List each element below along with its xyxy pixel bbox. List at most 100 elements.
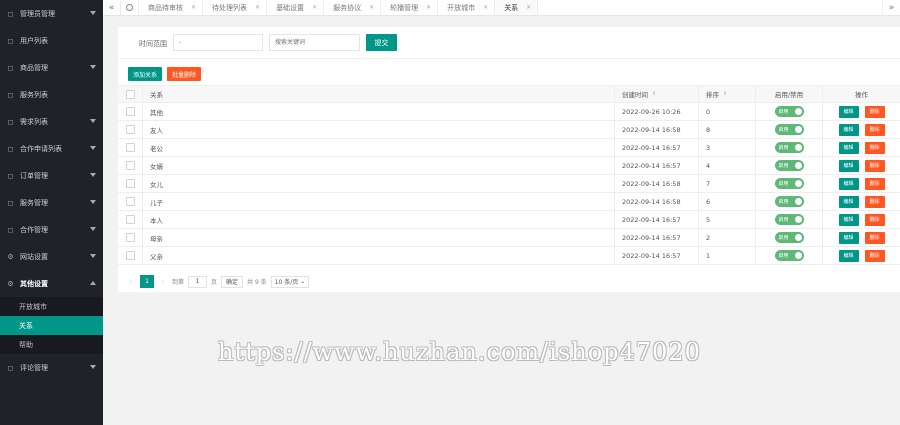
page-size-select[interactable]: 10 条/页 ⌄ <box>270 275 310 288</box>
select-all-checkbox[interactable] <box>125 89 135 99</box>
enable-switch[interactable]: 启用 <box>774 124 804 135</box>
delete-button[interactable]: 删除 <box>864 159 885 172</box>
row-status-cell: 启用 <box>756 156 823 175</box>
enable-switch[interactable]: 启用 <box>774 196 804 207</box>
switch-label: 启用 <box>778 199 789 205</box>
delete-button[interactable]: 删除 <box>864 195 885 208</box>
delete-button[interactable]: 删除 <box>864 105 885 118</box>
delete-button[interactable]: 删除 <box>864 231 885 244</box>
delete-button[interactable]: 删除 <box>864 123 885 136</box>
close-icon[interactable]: ✕ <box>526 4 531 11</box>
enable-switch[interactable]: 启用 <box>774 160 804 171</box>
date-range-input[interactable] <box>173 34 263 51</box>
sidebar-menu: ◻ 管理员管理 ◻ 用户列表 ◻ 商品管理 ◻ 服务列表 ◻ 需求列表 ◻ 合作申请列表 ◻ 订单管理 ◻ 服… <box>0 0 103 297</box>
sidebar-item-9[interactable]: ⚙ 网站设置 <box>0 243 103 270</box>
row-checkbox[interactable] <box>125 107 135 116</box>
close-icon[interactable]: ✕ <box>369 4 374 11</box>
row-checkbox[interactable] <box>125 215 135 224</box>
switch-knob <box>794 216 802 223</box>
enable-switch[interactable]: 启用 <box>774 214 804 225</box>
prev-page-icon[interactable]: ‹ <box>126 278 136 286</box>
edit-button[interactable]: 编辑 <box>838 177 859 190</box>
tab-3[interactable]: 服务协议 ✕ <box>324 0 382 15</box>
sort-icon[interactable]: ⇕ <box>652 91 656 97</box>
sidebar-subitem-2[interactable]: 帮助 <box>0 335 103 354</box>
switch-knob <box>794 144 802 151</box>
enable-switch[interactable]: 启用 <box>774 232 804 243</box>
tabs-scroll-left-button[interactable]: « <box>103 0 121 15</box>
sidebar-item-10[interactable]: ⚙ 其他设置 <box>0 270 103 297</box>
edit-button[interactable]: 编辑 <box>838 141 859 154</box>
chevron-down-icon <box>90 227 96 231</box>
edit-button[interactable]: 编辑 <box>838 195 859 208</box>
tab-2[interactable]: 基础设置 ✕ <box>267 0 325 15</box>
submit-button[interactable]: 提交 <box>366 34 397 51</box>
enable-switch[interactable]: 启用 <box>774 178 804 189</box>
row-time: 2022-09-14 16:58 <box>615 120 699 139</box>
row-checkbox[interactable] <box>125 179 135 188</box>
edit-button[interactable]: 编辑 <box>838 159 859 172</box>
home-tab[interactable] <box>121 0 139 15</box>
edit-button[interactable]: 编辑 <box>838 213 859 226</box>
switch-label: 启用 <box>778 109 789 115</box>
row-checkbox[interactable] <box>125 125 135 134</box>
edit-button[interactable]: 编辑 <box>838 231 859 244</box>
tab-5[interactable]: 开放城市 ✕ <box>438 0 496 15</box>
goto-confirm-button[interactable]: 确定 <box>221 275 244 288</box>
enable-switch[interactable]: 启用 <box>774 250 804 261</box>
header-time[interactable]: 创建时间 ⇕ <box>615 85 699 103</box>
header-sort[interactable]: 排序 ⇕ <box>699 85 756 103</box>
sidebar-item-label: 合作管理 <box>20 225 48 234</box>
close-icon[interactable]: ✕ <box>255 4 260 11</box>
sort-icon[interactable]: ⇕ <box>723 91 727 97</box>
header-status: 启用/禁用 <box>756 85 823 103</box>
sidebar-item-8[interactable]: ◻ 合作管理 <box>0 216 103 243</box>
sidebar-subitem-1[interactable]: 关系 <box>0 316 103 335</box>
delete-button[interactable]: 删除 <box>864 177 885 190</box>
next-page-icon[interactable]: › <box>158 278 168 286</box>
row-checkbox[interactable] <box>125 143 135 152</box>
add-relation-button[interactable]: 添加关系 <box>128 67 163 81</box>
sidebar-item-comments[interactable]: ◻ 评论管理 <box>0 354 103 381</box>
enable-switch[interactable]: 启用 <box>774 106 804 117</box>
sidebar-item-2[interactable]: ◻ 商品管理 <box>0 54 103 81</box>
sidebar-item-5[interactable]: ◻ 合作申请列表 <box>0 135 103 162</box>
row-name: 儿子 <box>143 192 615 211</box>
row-checkbox[interactable] <box>125 251 135 260</box>
edit-button[interactable]: 编辑 <box>838 249 859 262</box>
row-sort: 0 <box>699 102 756 121</box>
batch-delete-button[interactable]: 批量删除 <box>167 67 202 81</box>
sidebar-item-3[interactable]: ◻ 服务列表 <box>0 81 103 108</box>
tab-4[interactable]: 轮播管理 ✕ <box>381 0 439 15</box>
sidebar-item-7[interactable]: ◻ 服务管理 <box>0 189 103 216</box>
keyword-input[interactable] <box>269 34 360 51</box>
edit-button[interactable]: 编辑 <box>838 105 859 118</box>
row-checkbox-cell <box>118 192 143 211</box>
tab-0[interactable]: 商品待审核 ✕ <box>139 0 204 15</box>
tab-label: 轮播管理 <box>390 3 419 12</box>
close-icon[interactable]: ✕ <box>426 4 431 11</box>
tab-1[interactable]: 待处理列表 ✕ <box>203 0 268 15</box>
close-icon[interactable]: ✕ <box>483 4 488 11</box>
sidebar-item-0[interactable]: ◻ 管理员管理 <box>0 0 103 27</box>
close-icon[interactable]: ✕ <box>312 4 317 11</box>
sidebar-item-4[interactable]: ◻ 需求列表 <box>0 108 103 135</box>
row-checkbox[interactable] <box>125 197 135 206</box>
sidebar-item-1[interactable]: ◻ 用户列表 <box>0 27 103 54</box>
row-ops: 编辑 删除 <box>823 139 900 157</box>
edit-button[interactable]: 编辑 <box>838 123 859 136</box>
sidebar-item-6[interactable]: ◻ 订单管理 <box>0 162 103 189</box>
current-page[interactable]: 1 <box>140 275 154 288</box>
goto-page-input[interactable]: 1 <box>188 275 208 288</box>
tabs-scroll-right-button[interactable]: » <box>882 0 900 16</box>
enable-switch[interactable]: 启用 <box>774 142 804 153</box>
close-icon[interactable]: ✕ <box>191 4 196 11</box>
row-checkbox-cell <box>118 120 143 139</box>
delete-button[interactable]: 删除 <box>864 249 885 262</box>
delete-button[interactable]: 删除 <box>864 213 885 226</box>
row-checkbox[interactable] <box>125 233 135 242</box>
sidebar-subitem-0[interactable]: 开放城市 <box>0 297 103 316</box>
row-checkbox[interactable] <box>125 161 135 170</box>
delete-button[interactable]: 删除 <box>864 141 885 154</box>
tab-6[interactable]: 关系 ✕ <box>495 0 539 15</box>
